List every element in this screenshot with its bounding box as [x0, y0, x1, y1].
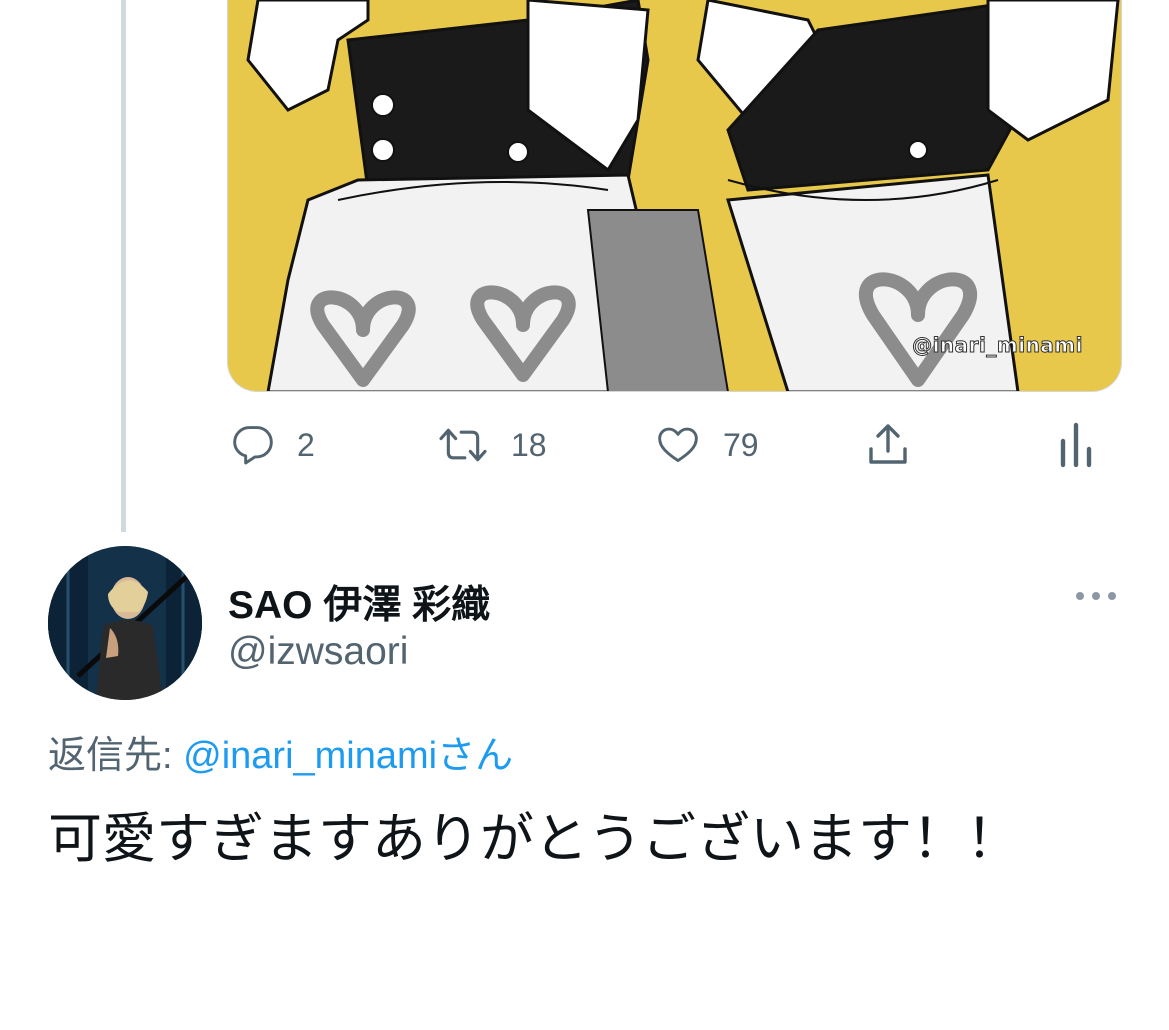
heart-icon [655, 423, 701, 467]
retweet-count: 18 [511, 426, 547, 463]
retweet-icon [437, 423, 489, 467]
reply-to-line: 返信先: @inari_minamiさん [48, 724, 513, 779]
reply-button[interactable]: 2 [231, 410, 315, 480]
thread-connector-line [121, 0, 126, 532]
reply-to-label: 返信先: [48, 735, 184, 777]
analytics-icon [1059, 421, 1093, 469]
profile-photo [48, 546, 202, 700]
tweet-action-bar: 2 18 79 [227, 410, 1107, 480]
image-watermark: @inari_minami [912, 333, 1083, 358]
share-button[interactable] [863, 410, 913, 480]
more-options-button[interactable] [1072, 584, 1120, 608]
tweet-text: 可愛すぎますありがとうございます！！ [48, 807, 1020, 870]
retweet-button[interactable]: 18 [437, 410, 547, 480]
reply-count: 2 [297, 426, 315, 463]
share-icon [863, 421, 913, 469]
tweet-image[interactable]: @inari_minami [227, 0, 1122, 392]
analytics-button[interactable] [1059, 410, 1093, 480]
avatar[interactable] [48, 546, 202, 700]
author-handle[interactable]: @izwsaori [228, 630, 408, 674]
author-display-name[interactable]: SAO 伊澤 彩織 [228, 574, 490, 630]
more-icon [1072, 592, 1120, 612]
like-count: 79 [723, 426, 759, 463]
reply-to-mention-link[interactable]: @inari_minamiさん [183, 735, 513, 777]
like-button[interactable]: 79 [655, 410, 759, 480]
reply-icon [231, 423, 275, 467]
